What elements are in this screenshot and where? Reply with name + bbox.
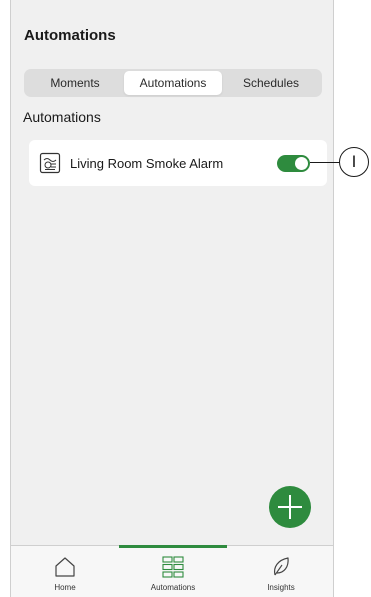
bottom-nav: Home Automations Insights <box>11 545 333 597</box>
tab-moments[interactable]: Moments <box>26 71 124 95</box>
section-title: Automations <box>23 109 101 125</box>
callout-marker: I <box>339 147 369 177</box>
tab-automations[interactable]: Automations <box>124 71 222 95</box>
automation-toggle[interactable] <box>277 154 310 172</box>
add-automation-button[interactable] <box>269 486 311 528</box>
home-icon <box>55 557 75 577</box>
page-title: Automations <box>24 27 116 44</box>
automation-card[interactable]: Living Room Smoke Alarm <box>29 140 327 186</box>
grid-icon <box>162 556 184 578</box>
tab-schedules[interactable]: Schedules <box>222 71 320 95</box>
phone-screen: Automations Moments Automations Schedule… <box>10 0 334 597</box>
leaf-icon <box>273 557 289 576</box>
smoke-alarm-icon <box>39 152 61 174</box>
callout-line <box>310 162 340 163</box>
nav-item-home[interactable]: Home <box>11 546 119 597</box>
nav-label-home: Home <box>54 583 76 592</box>
nav-item-insights[interactable]: Insights <box>227 546 333 597</box>
segmented-control: Moments Automations Schedules <box>24 69 322 97</box>
active-tab-indicator <box>119 545 227 548</box>
nav-item-automations[interactable]: Automations <box>119 545 227 597</box>
automation-label: Living Room Smoke Alarm <box>70 155 224 171</box>
plus-icon <box>278 495 302 519</box>
toggle-knob <box>295 156 308 170</box>
nav-label-automations: Automations <box>150 583 196 592</box>
nav-label-insights: Insights <box>267 583 295 592</box>
